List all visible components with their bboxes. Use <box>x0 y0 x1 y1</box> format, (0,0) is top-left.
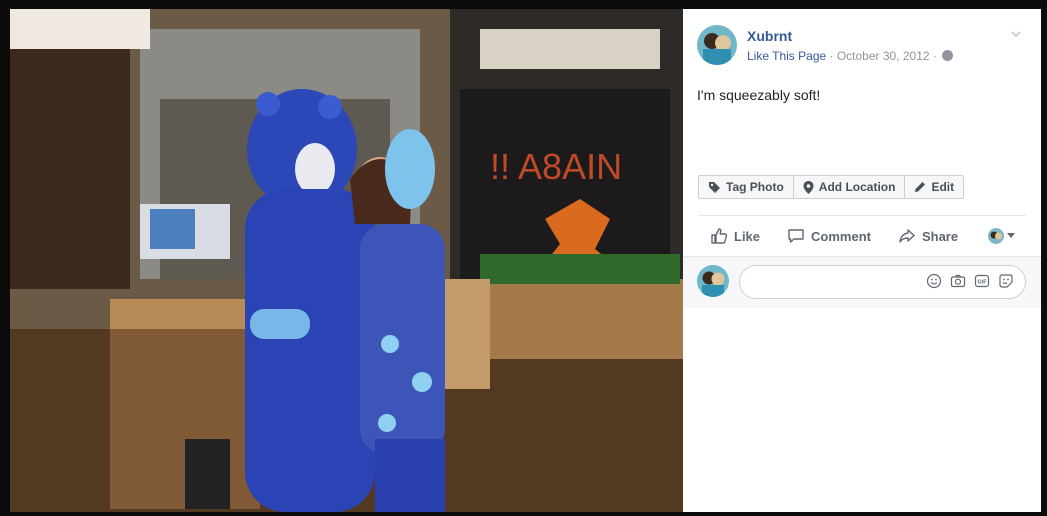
share-label: Share <box>921 228 959 244</box>
add-location-button[interactable]: Add Location <box>794 176 906 198</box>
camera-icon[interactable] <box>950 273 966 289</box>
pencil-icon <box>915 182 926 192</box>
meta-separator-2: · <box>929 49 941 63</box>
tag-photo-label: Tag Photo <box>726 180 784 194</box>
thumbs-up-icon <box>711 228 728 244</box>
add-location-label: Add Location <box>818 180 896 194</box>
edit-button[interactable]: Edit <box>905 176 963 198</box>
like-page-link[interactable]: Like This Page <box>747 49 826 63</box>
chevron-down-icon[interactable] <box>1010 28 1022 40</box>
like-button[interactable]: Like <box>710 227 760 245</box>
tag-photo-button[interactable]: Tag Photo <box>699 176 794 198</box>
divider <box>698 215 1026 216</box>
edit-label: Edit <box>931 180 955 194</box>
smiley-icon[interactable] <box>926 273 942 289</box>
page-avatar-icon <box>988 228 1004 244</box>
svg-text:!! A8AIN: !! A8AIN <box>490 146 622 187</box>
post-photo[interactable]: !! A8AIN <box>10 9 683 512</box>
commenter-avatar <box>697 265 729 297</box>
globe-icon <box>942 50 954 61</box>
speech-bubble-icon <box>788 229 804 243</box>
location-pin-icon <box>803 180 814 194</box>
share-button[interactable]: Share <box>898 227 958 245</box>
author-avatar[interactable] <box>697 25 737 65</box>
gif-icon[interactable]: GIF <box>974 273 990 289</box>
post-as-selector[interactable] <box>988 228 1015 244</box>
avatar-image <box>697 25 737 65</box>
photo-image: !! A8AIN <box>10 9 683 512</box>
post-date[interactable]: October 30, 2012 <box>837 49 930 63</box>
comment-tools: GIF <box>926 273 1014 289</box>
svg-text:GIF: GIF <box>977 279 987 285</box>
tag-icon <box>709 181 720 193</box>
commenter-avatar-image <box>697 265 729 297</box>
comment-button[interactable]: Comment <box>787 227 871 245</box>
post-caption: I'm squeezably soft! <box>697 87 821 103</box>
post-actions: Like Comment Share <box>698 222 1026 250</box>
comment-label: Comment <box>811 228 871 244</box>
post-author-name[interactable]: Xubrnt <box>747 28 792 44</box>
caret-down-icon <box>1007 233 1015 238</box>
sticker-icon[interactable] <box>998 273 1014 289</box>
share-arrow-icon <box>899 229 915 243</box>
like-label: Like <box>734 228 761 244</box>
meta-separator: · <box>826 49 837 63</box>
photo-tools-bar: Tag Photo Add Location Edit <box>698 175 965 199</box>
post-meta: Like This Page · October 30, 2012 · <box>747 49 954 63</box>
photo-viewer: !! A8AIN Xubrnt Like This Page · October… <box>0 0 1047 516</box>
